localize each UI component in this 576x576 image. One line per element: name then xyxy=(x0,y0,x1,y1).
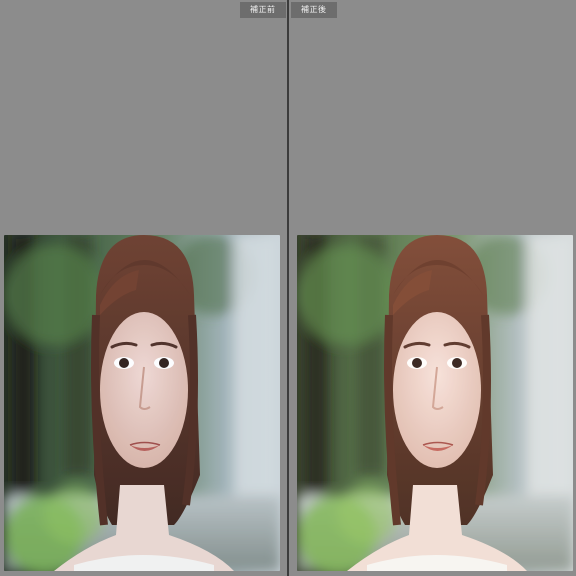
portrait-photo-after xyxy=(297,235,573,571)
before-photo xyxy=(4,235,280,571)
before-label-tag: 補正前 xyxy=(240,2,286,18)
before-panel: 補正前 xyxy=(0,0,287,576)
after-photo xyxy=(297,235,573,571)
portrait-photo-before xyxy=(4,235,280,571)
after-label-tag: 補正後 xyxy=(291,2,337,18)
after-panel: 補正後 xyxy=(289,0,576,576)
